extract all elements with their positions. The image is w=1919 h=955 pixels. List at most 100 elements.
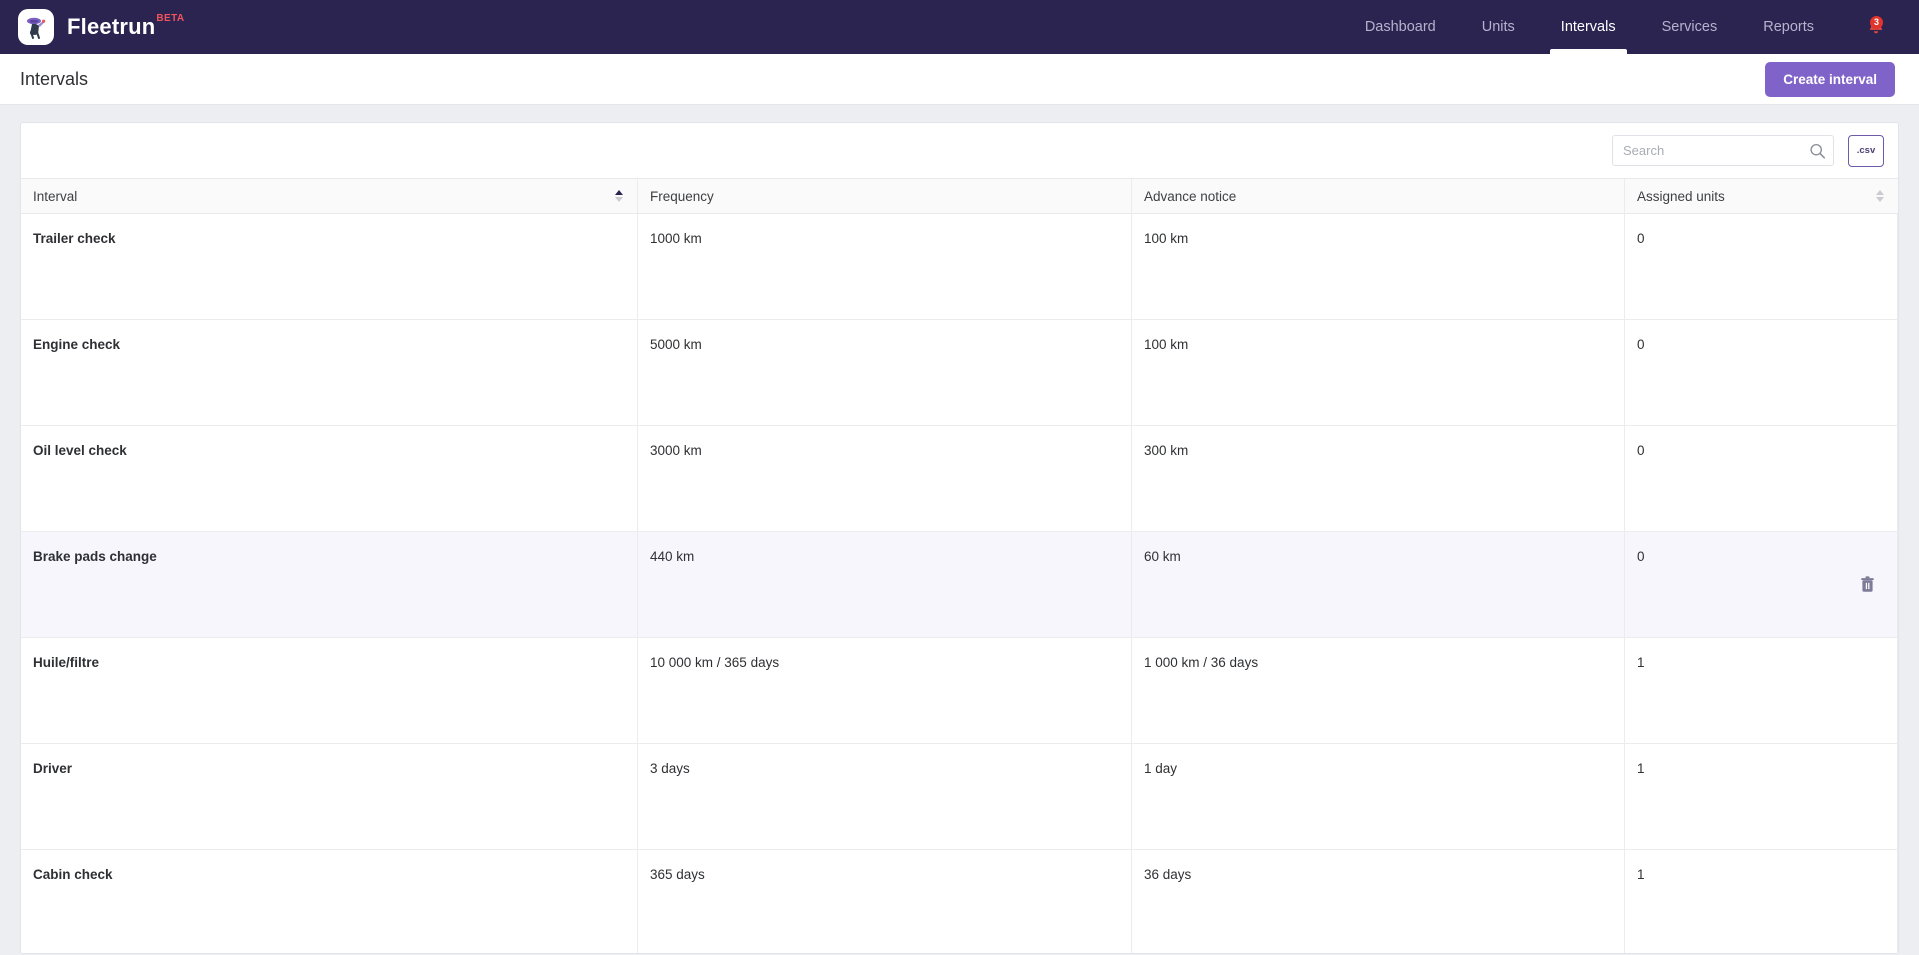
- cell-frequency: 3000 km: [638, 426, 1132, 531]
- cell-interval: Oil level check: [21, 426, 638, 531]
- table-row[interactable]: Huile/filtre 10 000 km / 365 days 1 000 km…: [21, 638, 1898, 744]
- column-header-label: Advance notice: [1144, 188, 1237, 204]
- nav-item-label: Dashboard: [1364, 19, 1436, 35]
- table-body: Trailer check 1000 km 100 km 0 Engine check 5…: [21, 214, 1898, 953]
- cell-advance-notice: 36 days: [1132, 850, 1625, 953]
- cell-assigned-units: 0: [1625, 426, 1898, 531]
- cell-frequency: 440 km: [638, 532, 1132, 637]
- cell-assigned-units: 1: [1625, 638, 1898, 743]
- interval-name: Engine check: [33, 337, 121, 352]
- cell-frequency: 5000 km: [638, 320, 1132, 425]
- advance-notice-value: 1 000 km / 36 days: [1144, 655, 1259, 670]
- brand-name-text: Fleetrun: [67, 14, 156, 39]
- interval-name: Cabin check: [33, 867, 113, 882]
- sort-indicator-assigned-units[interactable]: [1876, 190, 1884, 202]
- cell-frequency: 1000 km: [638, 214, 1132, 319]
- intervals-card: .csv Interval Frequency Advance notice A…: [20, 122, 1899, 954]
- cell-frequency: 3 days: [638, 744, 1132, 849]
- nav-item-services[interactable]: Services: [1639, 0, 1741, 54]
- page-content: .csv Interval Frequency Advance notice A…: [0, 105, 1919, 954]
- cell-frequency: 10 000 km / 365 days: [638, 638, 1132, 743]
- table-row[interactable]: Cabin check 365 days 36 days 1: [21, 850, 1898, 953]
- row-actions: [1855, 571, 1880, 598]
- table-row[interactable]: Brake pads change 440 km 60 km 0: [21, 532, 1898, 638]
- create-interval-button[interactable]: Create interval: [1765, 61, 1895, 97]
- cell-interval: Engine check: [21, 320, 638, 425]
- top-navbar: FleetrunBETA Dashboard Units Intervals S…: [0, 0, 1919, 54]
- cell-advance-notice: 60 km: [1132, 532, 1625, 637]
- nav-item-reports[interactable]: Reports: [1740, 0, 1837, 54]
- cell-advance-notice: 1 day: [1132, 744, 1625, 849]
- assigned-units-value: 1: [1637, 761, 1645, 776]
- cell-advance-notice: 100 km: [1132, 320, 1625, 425]
- advance-notice-value: 100 km: [1144, 231, 1189, 246]
- brand-beta-tag: BETA: [156, 12, 185, 24]
- cell-interval: Huile/filtre: [21, 638, 638, 743]
- cell-assigned-units: 1: [1625, 744, 1898, 849]
- column-header-label: Interval: [33, 188, 78, 204]
- nav-item-dashboard[interactable]: Dashboard: [1342, 0, 1459, 54]
- interval-name: Brake pads change: [33, 549, 157, 564]
- cell-interval: Driver: [21, 744, 638, 849]
- table-row[interactable]: Driver 3 days 1 day 1: [21, 744, 1898, 850]
- column-header-label: Assigned units: [1637, 188, 1725, 204]
- assigned-units-value: 0: [1637, 443, 1645, 458]
- column-header-label: Frequency: [650, 188, 714, 204]
- cell-advance-notice: 100 km: [1132, 214, 1625, 319]
- advance-notice-value: 1 day: [1144, 761, 1178, 776]
- interval-name: Huile/filtre: [33, 655, 100, 670]
- assigned-units-value: 1: [1637, 867, 1645, 882]
- nav-item-label: Units: [1481, 19, 1515, 35]
- trash-icon[interactable]: [1855, 571, 1880, 597]
- frequency-value: 10 000 km / 365 days: [650, 655, 780, 670]
- cell-advance-notice: 300 km: [1132, 426, 1625, 531]
- interval-name: Oil level check: [33, 443, 127, 458]
- cell-interval: Trailer check: [21, 214, 638, 319]
- frequency-value: 440 km: [650, 549, 695, 564]
- export-csv-button[interactable]: .csv: [1848, 134, 1884, 167]
- sort-desc-icon: [1876, 197, 1884, 202]
- interval-name: Trailer check: [33, 231, 116, 246]
- assigned-units-value: 0: [1637, 549, 1645, 564]
- frequency-value: 1000 km: [650, 231, 702, 246]
- frequency-value: 3000 km: [650, 443, 702, 458]
- nav-item-intervals[interactable]: Intervals: [1538, 0, 1639, 54]
- sort-indicator-interval[interactable]: [615, 190, 623, 202]
- interval-name: Driver: [33, 761, 73, 776]
- search-input[interactable]: [1612, 135, 1834, 166]
- assigned-units-value: 0: [1637, 337, 1645, 352]
- frequency-value: 3 days: [650, 761, 690, 776]
- column-header-interval[interactable]: Interval: [21, 179, 638, 213]
- cell-frequency: 365 days: [638, 850, 1132, 953]
- notifications-button[interactable]: 3: [1837, 0, 1897, 54]
- search-field: [1612, 135, 1834, 166]
- assigned-units-value: 0: [1637, 231, 1645, 246]
- table-row[interactable]: Engine check 5000 km 100 km 0: [21, 320, 1898, 426]
- advance-notice-value: 60 km: [1144, 549, 1181, 564]
- frequency-value: 5000 km: [650, 337, 702, 352]
- brand[interactable]: FleetrunBETA: [18, 9, 184, 45]
- table-toolbar: .csv: [21, 123, 1898, 178]
- table-scroll-area[interactable]: Trailer check 1000 km 100 km 0 Engine check 5…: [21, 214, 1898, 953]
- table-row[interactable]: Trailer check 1000 km 100 km 0: [21, 214, 1898, 320]
- notification-badge: 3: [1870, 16, 1883, 29]
- column-header-frequency: Frequency: [638, 179, 1132, 213]
- table-header-row: Interval Frequency Advance notice Assign…: [21, 178, 1898, 214]
- assigned-units-value: 1: [1637, 655, 1645, 670]
- nav-item-label: Intervals: [1560, 19, 1616, 35]
- page-title: Intervals: [20, 68, 89, 89]
- column-header-advance-notice: Advance notice: [1132, 179, 1625, 213]
- cell-assigned-units: 0: [1625, 214, 1898, 319]
- page-titlebar: Intervals Create interval: [0, 54, 1919, 105]
- nav-item-label: Reports: [1763, 19, 1814, 35]
- sort-asc-icon: [615, 190, 623, 195]
- cell-interval: Cabin check: [21, 850, 638, 953]
- frequency-value: 365 days: [650, 867, 705, 882]
- nav-item-units[interactable]: Units: [1459, 0, 1538, 54]
- cell-assigned-units: 1: [1625, 850, 1898, 953]
- table-row[interactable]: Oil level check 3000 km 300 km 0: [21, 426, 1898, 532]
- column-header-assigned-units[interactable]: Assigned units: [1625, 179, 1898, 213]
- advance-notice-value: 300 km: [1144, 443, 1189, 458]
- sort-desc-icon: [615, 197, 623, 202]
- advance-notice-value: 100 km: [1144, 337, 1189, 352]
